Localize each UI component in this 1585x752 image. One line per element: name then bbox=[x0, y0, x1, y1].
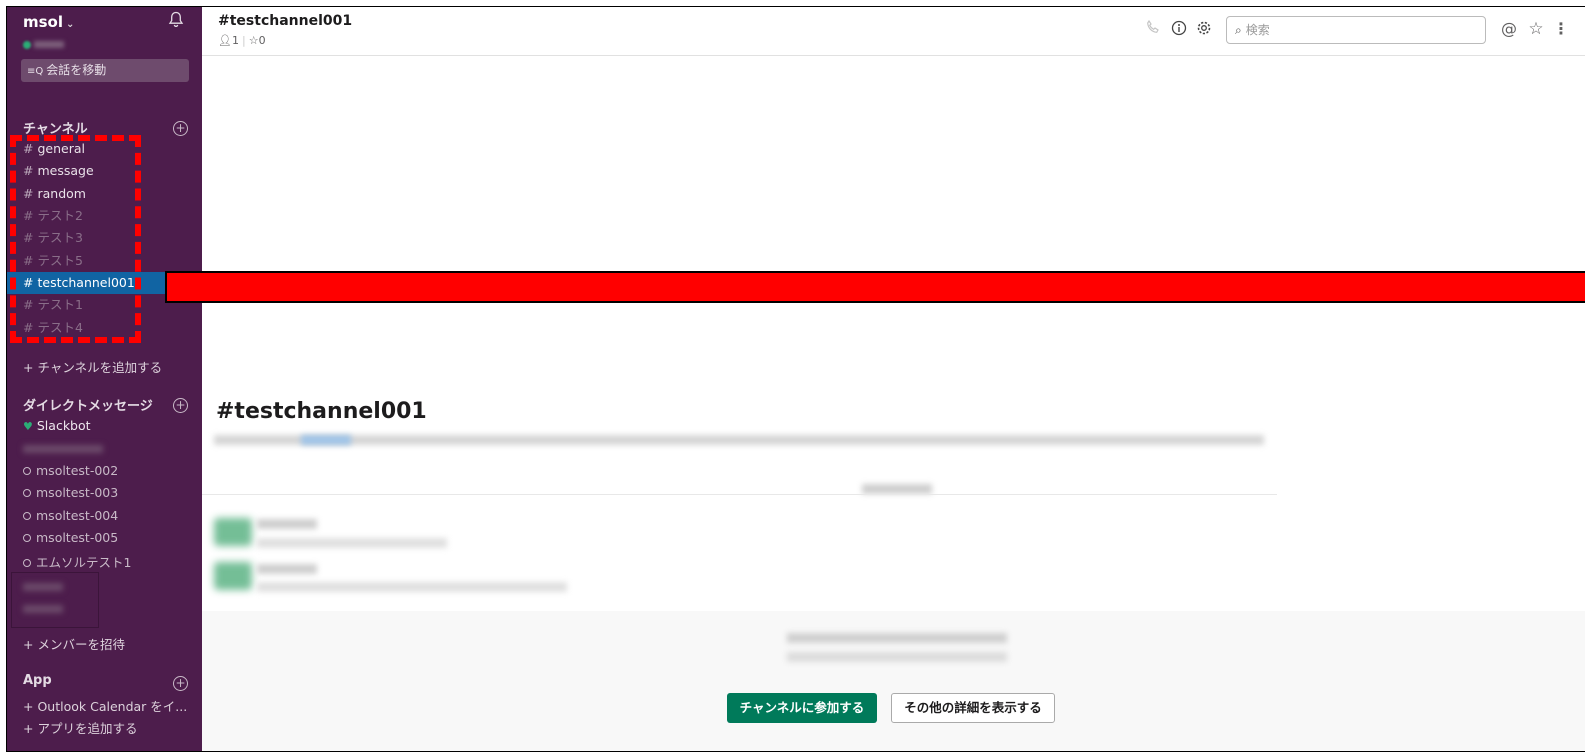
invite-members-link[interactable]: + メンバーを招待 bbox=[23, 634, 125, 653]
channel-intro-blurred-link bbox=[301, 435, 351, 445]
date-divider-blurred bbox=[862, 484, 932, 494]
annotation-dashed-box bbox=[10, 135, 141, 343]
mentions-icon[interactable]: @ bbox=[1500, 20, 1518, 38]
member-icon[interactable]: 👤︎ bbox=[218, 34, 232, 47]
dm-item-blurred[interactable] bbox=[23, 445, 103, 453]
info-icon[interactable] bbox=[1170, 20, 1188, 38]
star-icon[interactable]: ☆ bbox=[1527, 20, 1545, 38]
dm-item-blurred[interactable] bbox=[23, 605, 63, 613]
channel-intro-blurred-text bbox=[214, 435, 1264, 445]
annotation-dashed-box-left bbox=[10, 135, 16, 343]
annotation-red-bar bbox=[165, 271, 1585, 303]
dm-item-blurred[interactable] bbox=[23, 583, 63, 591]
avatar[interactable] bbox=[214, 562, 252, 590]
apps-section-title[interactable]: App bbox=[23, 673, 52, 688]
join-channel-button[interactable]: チャンネルに参加する bbox=[727, 693, 877, 723]
channel-meta: 👤︎1 | ☆0 bbox=[218, 34, 266, 47]
slack-window: msol ⌄ ≡Q 会話を移動 チャンネル + # general # message … bbox=[6, 6, 1585, 752]
team-name: msol bbox=[23, 13, 64, 31]
dm-section-title[interactable]: ダイレクトメッセージ bbox=[23, 395, 153, 414]
preview-notice-blurred bbox=[787, 652, 1007, 662]
gear-icon[interactable] bbox=[1195, 20, 1213, 38]
dm-item-msoltest-002[interactable]: msoltest-002 bbox=[23, 463, 118, 478]
channel-title[interactable]: #testchannel001 bbox=[218, 13, 352, 29]
sidebar: msol ⌄ ≡Q 会話を移動 チャンネル + # general # message … bbox=[7, 7, 202, 751]
jump-icon: ≡Q bbox=[27, 66, 44, 77]
message-author-blurred[interactable] bbox=[257, 564, 317, 574]
member-count[interactable]: 1 bbox=[232, 34, 239, 47]
blurred-dm-group bbox=[11, 572, 99, 628]
dm-item-slackbot[interactable]: ♥ Slackbot bbox=[23, 418, 91, 433]
channel-preview-footer bbox=[202, 611, 1585, 751]
presence-icon bbox=[23, 559, 31, 567]
show-details-button[interactable]: その他の詳細を表示する bbox=[891, 693, 1055, 723]
jump-to-conversation[interactable]: ≡Q 会話を移動 bbox=[21, 59, 189, 82]
avatar[interactable] bbox=[214, 518, 252, 546]
add-dm-plus-icon[interactable]: + bbox=[173, 398, 188, 413]
search-input[interactable]: ⌕ 検索 bbox=[1226, 16, 1486, 44]
chevron-down-icon: ⌄ bbox=[66, 19, 75, 30]
user-status-blurred bbox=[23, 34, 73, 49]
presence-icon bbox=[23, 467, 31, 475]
presence-icon bbox=[23, 512, 31, 520]
search-placeholder: 検索 bbox=[1245, 23, 1270, 37]
channel-intro-heading: #testchannel001 bbox=[216, 399, 427, 424]
dm-item-msoltest-003[interactable]: msoltest-003 bbox=[23, 485, 118, 500]
message-text-blurred bbox=[257, 582, 567, 592]
add-channel-link[interactable]: + チャンネルを追加する bbox=[23, 357, 162, 376]
presence-icon bbox=[23, 534, 31, 542]
team-switcher[interactable]: msol ⌄ bbox=[23, 13, 74, 31]
heart-icon: ♥ bbox=[23, 420, 33, 433]
message-text-blurred bbox=[257, 538, 447, 548]
presence-icon bbox=[23, 489, 31, 497]
dm-item-msoltest-005[interactable]: msoltest-005 bbox=[23, 530, 118, 545]
app-item-outlook-calendar[interactable]: + Outlook Calendar をイ... bbox=[23, 696, 187, 715]
message-divider bbox=[202, 494, 1277, 495]
search-icon: ⌕ bbox=[1235, 23, 1242, 37]
phone-icon[interactable] bbox=[1144, 19, 1162, 38]
pin-count[interactable]: 0 bbox=[259, 34, 266, 47]
preview-notice-blurred bbox=[787, 633, 1007, 643]
channel-header: #testchannel001 👤︎1 | ☆0 ⌕ 検索 @ ☆ ⋮ bbox=[202, 7, 1585, 56]
bell-icon[interactable] bbox=[168, 11, 184, 32]
pin-icon[interactable]: ☆ bbox=[249, 34, 259, 47]
jump-label: 会話を移動 bbox=[46, 63, 107, 77]
add-app-link[interactable]: + アプリを追加する bbox=[23, 718, 137, 737]
message-author-blurred[interactable] bbox=[257, 519, 317, 529]
add-app-plus-icon[interactable]: + bbox=[173, 676, 188, 691]
dm-item-msol-test1[interactable]: エムソルテスト1 bbox=[23, 552, 131, 571]
add-channel-plus-icon[interactable]: + bbox=[173, 121, 188, 136]
dm-item-msoltest-004[interactable]: msoltest-004 bbox=[23, 508, 118, 523]
more-icon[interactable]: ⋮ bbox=[1552, 20, 1570, 38]
